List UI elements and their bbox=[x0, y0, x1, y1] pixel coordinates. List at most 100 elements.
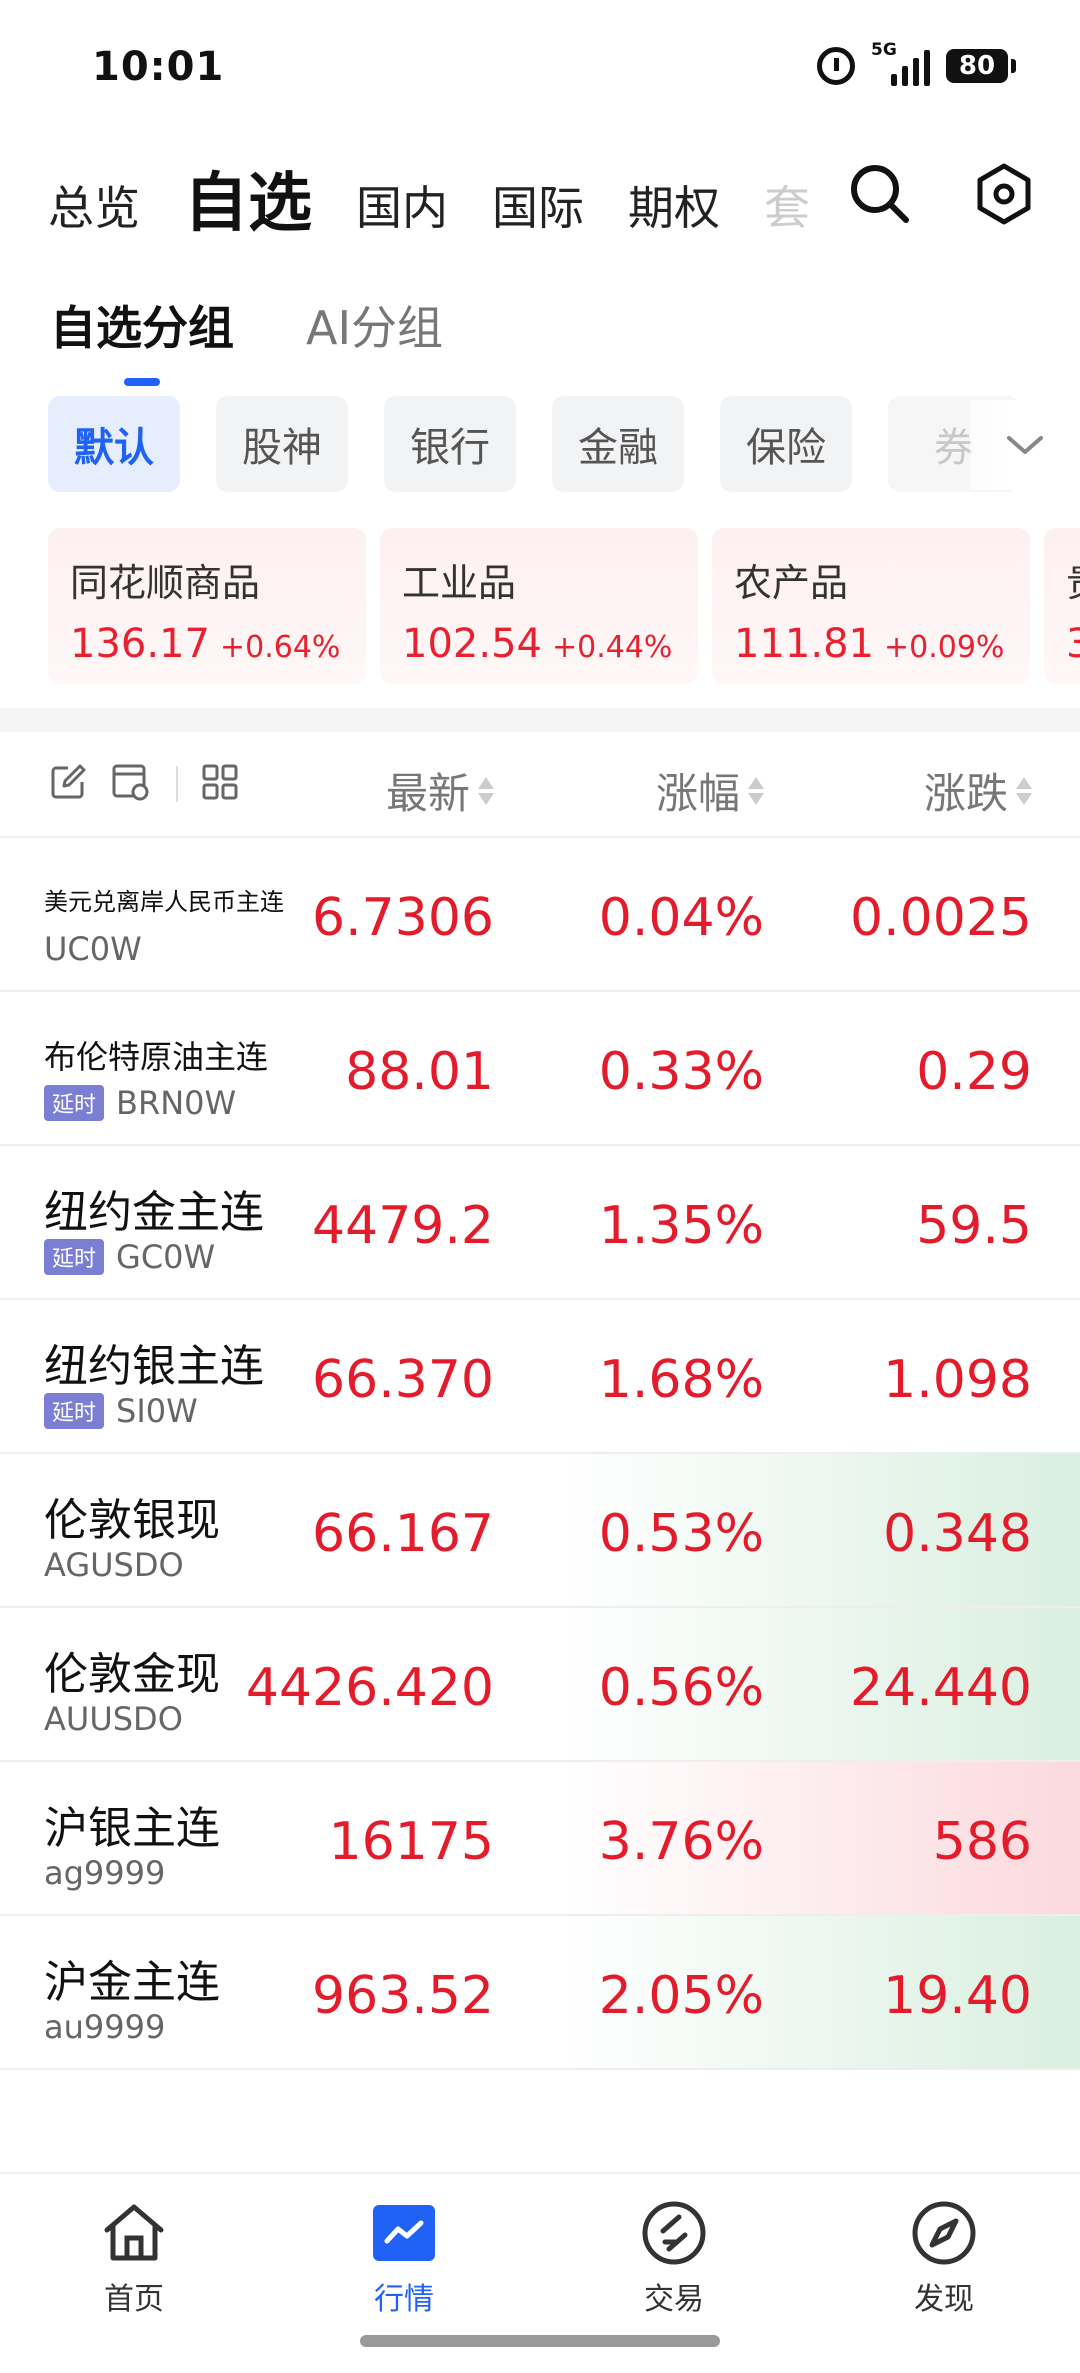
index-name: 贵 bbox=[1066, 552, 1080, 607]
index-name: 工业品 bbox=[402, 561, 517, 605]
latest-price: 16175 bbox=[328, 1812, 494, 1872]
sort-latest-price[interactable]: 最新 bbox=[386, 760, 494, 821]
change-amount: 1.098 bbox=[883, 1350, 1032, 1410]
index-card[interactable]: 工业品 102.54 +0.44% bbox=[380, 528, 698, 684]
change-amount: 59.5 bbox=[916, 1196, 1032, 1256]
index-card[interactable]: 贵 3 bbox=[1044, 528, 1080, 684]
table-row[interactable]: 布伦特原油主连 延时 BRN0W 88.01 0.33% 0.29 bbox=[0, 992, 1080, 1146]
chip-insurance[interactable]: 保险 bbox=[720, 396, 852, 492]
signal-icon: 5G bbox=[871, 40, 930, 86]
sort-icon bbox=[748, 776, 764, 805]
index-card[interactable]: 农产品 111.81 +0.09% bbox=[712, 528, 1030, 684]
market-chart-icon bbox=[369, 2198, 439, 2268]
sort-change-amount[interactable]: 涨跌 bbox=[924, 760, 1032, 821]
chip-stock-god[interactable]: 股神 bbox=[216, 396, 348, 492]
latest-price: 66.370 bbox=[312, 1350, 494, 1410]
index-price: 3 bbox=[1066, 621, 1080, 667]
instrument-code: GC0W bbox=[116, 1238, 216, 1276]
change-pct: 0.04% bbox=[598, 888, 764, 948]
home-icon bbox=[99, 2198, 169, 2268]
tab-domestic[interactable]: 国内 bbox=[356, 172, 448, 260]
latest-price: 6.7306 bbox=[312, 888, 494, 948]
instrument-name: 纽约银主连 bbox=[44, 1341, 264, 1392]
latest-price: 4479.2 bbox=[312, 1196, 494, 1256]
index-price: 136.17 bbox=[70, 621, 210, 667]
instrument-code: BRN0W bbox=[116, 1084, 237, 1122]
instrument-name: 美元兑离岸人民币主连 bbox=[44, 888, 284, 916]
search-icon[interactable] bbox=[844, 158, 916, 230]
table-row[interactable]: 美元兑离岸人民币主连 UC0W 6.7306 0.04% 0.0025 bbox=[0, 838, 1080, 992]
chevron-down-icon[interactable] bbox=[970, 400, 1080, 490]
instrument-code: au9999 bbox=[44, 2008, 166, 2046]
tab-arbitrage[interactable]: 套 bbox=[764, 172, 810, 260]
index-card[interactable]: 同花顺商品 136.17 +0.64% bbox=[48, 528, 366, 684]
nav-label: 行情 bbox=[374, 2282, 434, 2317]
index-pct: +0.64% bbox=[219, 630, 341, 665]
instrument-code: AGUSDO bbox=[44, 1546, 184, 1584]
table-row[interactable]: 纽约金主连 延时 GC0W 4479.2 1.35% 59.5 bbox=[0, 1146, 1080, 1300]
header-label: 涨跌 bbox=[923, 769, 1008, 818]
nav-market[interactable]: 行情 bbox=[324, 2198, 484, 2318]
delay-badge: 延时 bbox=[44, 1239, 105, 1275]
tab-international[interactable]: 国际 bbox=[492, 172, 584, 260]
index-name: 同花顺商品 bbox=[70, 561, 261, 605]
tab-watchlist[interactable]: 自选 bbox=[184, 152, 312, 260]
change-amount: 0.0025 bbox=[850, 888, 1032, 948]
header-label: 最新 bbox=[385, 769, 470, 818]
tab-overview[interactable]: 总览 bbox=[48, 172, 140, 260]
tab-options[interactable]: 期权 bbox=[628, 172, 720, 260]
instrument-code: SI0W bbox=[116, 1392, 198, 1430]
delay-badge: 延时 bbox=[44, 1085, 105, 1121]
instrument-code: UC0W bbox=[44, 930, 142, 968]
chip-bank[interactable]: 银行 bbox=[384, 396, 516, 492]
nav-discover[interactable]: 发现 bbox=[864, 2198, 1024, 2318]
index-price: 102.54 bbox=[402, 621, 542, 667]
status-bar: 10:01 5G 80 bbox=[0, 0, 1080, 140]
instrument-name: 布伦特原油主连 bbox=[44, 1038, 269, 1076]
nav-label: 发现 bbox=[914, 2282, 974, 2317]
watchlist-rows: 美元兑离岸人民币主连 UC0W 6.7306 0.04% 0.0025 布伦特原… bbox=[0, 838, 1080, 2070]
instrument-name: 纽约金主连 bbox=[44, 1187, 264, 1238]
nav-label: 首页 bbox=[104, 2282, 164, 2317]
chip-finance[interactable]: 金融 bbox=[552, 396, 684, 492]
tool-separator bbox=[176, 766, 178, 802]
instrument-name: 伦敦银现 bbox=[44, 1495, 220, 1546]
change-amount: 0.29 bbox=[916, 1042, 1032, 1102]
nav-home[interactable]: 首页 bbox=[54, 2198, 214, 2318]
tab-ai-groups[interactable]: AI分组 bbox=[306, 292, 443, 386]
index-card-row: 同花顺商品 136.17 +0.64% 工业品 102.54 +0.44% 农产品 … bbox=[48, 528, 1080, 684]
tab-watch-groups[interactable]: 自选分组 bbox=[50, 292, 234, 386]
table-row[interactable]: 纽约银主连 延时 SI0W 66.370 1.68% 1.098 bbox=[0, 1300, 1080, 1454]
table-row[interactable]: 伦敦银现 AGUSDO 66.167 0.53% 0.348 bbox=[0, 1454, 1080, 1608]
edit-icon[interactable] bbox=[48, 762, 88, 806]
instrument-name: 伦敦金现 bbox=[44, 1649, 220, 1700]
home-indicator[interactable] bbox=[360, 2335, 720, 2347]
table-row[interactable]: 伦敦金现 AUUSDO 4426.420 0.56% 24.440 bbox=[0, 1608, 1080, 1762]
compass-icon bbox=[909, 2198, 979, 2268]
network-type: 5G bbox=[871, 40, 897, 60]
section-divider bbox=[0, 708, 1080, 732]
change-pct: 1.68% bbox=[598, 1350, 764, 1410]
change-amount: 586 bbox=[932, 1812, 1032, 1872]
grid-view-icon[interactable] bbox=[200, 762, 240, 806]
change-pct: 0.56% bbox=[598, 1658, 764, 1718]
change-amount: 19.40 bbox=[883, 1966, 1032, 2026]
manage-group-icon[interactable] bbox=[110, 762, 154, 806]
watchlist-header: 最新 涨幅 涨跌 bbox=[0, 732, 1080, 838]
index-pct: +0.09% bbox=[883, 630, 1005, 665]
settings-hexagon-icon[interactable] bbox=[968, 158, 1040, 230]
change-pct: 0.53% bbox=[598, 1504, 764, 1564]
alarm-icon bbox=[817, 47, 855, 85]
latest-price: 66.167 bbox=[312, 1504, 494, 1564]
status-time: 10:01 bbox=[92, 44, 225, 90]
list-tools bbox=[48, 762, 240, 806]
table-row[interactable]: 沪金主连 au9999 963.52 2.05% 19.40 bbox=[0, 1916, 1080, 2070]
group-tabs: 自选分组 AI分组 bbox=[50, 292, 443, 386]
delay-badge: 延时 bbox=[44, 1393, 105, 1429]
chip-default[interactable]: 默认 bbox=[48, 396, 180, 492]
nav-trade[interactable]: 交易 bbox=[594, 2198, 754, 2318]
table-row[interactable]: 沪银主连 ag9999 16175 3.76% 586 bbox=[0, 1762, 1080, 1916]
sort-change-pct[interactable]: 涨幅 bbox=[656, 760, 764, 821]
sort-icon bbox=[478, 776, 494, 805]
latest-price: 963.52 bbox=[312, 1966, 494, 2026]
